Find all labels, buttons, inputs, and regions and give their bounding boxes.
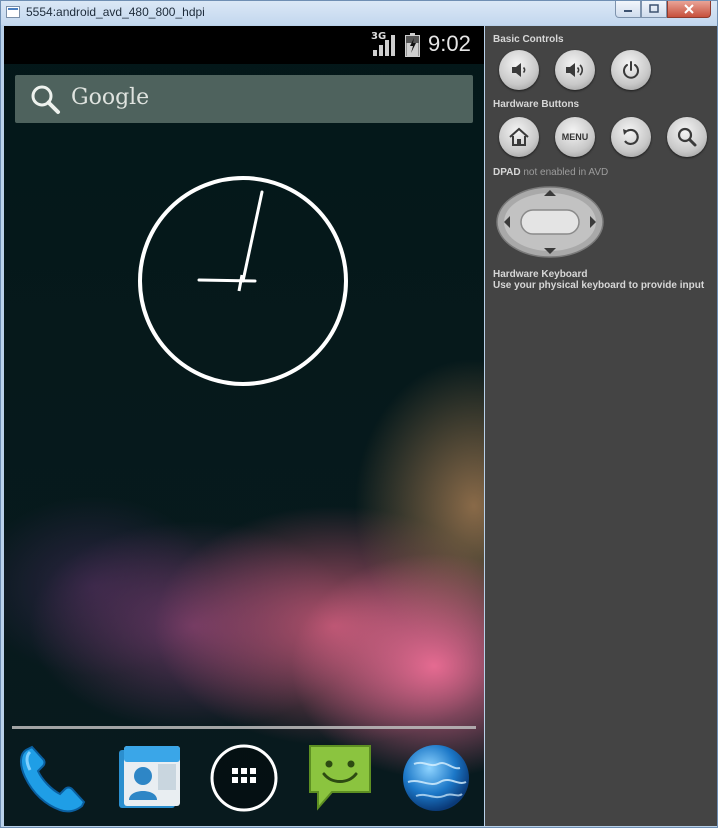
dock-divider xyxy=(12,726,476,729)
dpad-title: DPAD xyxy=(493,167,521,178)
messaging-app-icon[interactable] xyxy=(304,742,376,814)
search-label: Google xyxy=(71,85,150,110)
close-icon xyxy=(684,4,694,14)
google-search-bar[interactable]: Google xyxy=(15,75,473,123)
status-time: 9:02 xyxy=(428,31,471,56)
volume-up-icon xyxy=(566,63,584,77)
wallpaper xyxy=(4,26,484,826)
dpad-heading: DPAD not enabled in AVD xyxy=(493,167,608,178)
close-button[interactable] xyxy=(667,1,711,18)
emulator-window: 5554:android_avd_480_800_hdpi 3G 9:02 Go… xyxy=(0,0,718,828)
title-bar[interactable]: 5554:android_avd_480_800_hdpi xyxy=(1,1,717,25)
keyboard-title: Hardware Keyboard xyxy=(493,269,588,280)
basic-controls-title: Basic Controls xyxy=(493,34,564,45)
menu-button[interactable]: MENU xyxy=(555,117,595,157)
power-button[interactable] xyxy=(611,50,651,90)
home-button[interactable] xyxy=(499,117,539,157)
minimize-icon xyxy=(624,10,632,12)
dpad-note: not enabled in AVD xyxy=(523,167,609,178)
dpad-center-button[interactable] xyxy=(520,209,580,235)
contacts-app-icon[interactable] xyxy=(112,742,184,814)
search-icon xyxy=(31,85,60,114)
back-button[interactable] xyxy=(611,117,651,157)
browser-app-icon[interactable] xyxy=(400,742,472,814)
power-icon xyxy=(623,61,639,79)
clock-minute-hand xyxy=(241,190,264,283)
back-icon xyxy=(623,128,639,146)
home-icon xyxy=(509,127,529,146)
dpad-control[interactable] xyxy=(496,186,604,258)
window-title: 5554:android_avd_480_800_hdpi xyxy=(26,5,205,19)
maximize-button[interactable] xyxy=(641,1,667,18)
magnifier-icon xyxy=(677,127,697,147)
menu-button-label: MENU xyxy=(561,132,589,142)
clock-hour-hand xyxy=(197,278,257,283)
window-icon xyxy=(6,6,20,18)
all-apps-button[interactable] xyxy=(208,742,280,814)
battery-icon xyxy=(405,33,420,57)
hardware-buttons-title: Hardware Buttons xyxy=(493,99,580,110)
volume-up-button[interactable] xyxy=(555,50,595,90)
minimize-button[interactable] xyxy=(615,1,641,18)
maximize-icon xyxy=(649,4,659,13)
volume-down-icon xyxy=(512,63,526,77)
search-hardware-button[interactable] xyxy=(667,117,707,157)
volume-down-button[interactable] xyxy=(499,50,539,90)
emulator-controls-panel: Basic Controls Hardware Buttons MENU DPA… xyxy=(485,26,717,826)
signal-icon xyxy=(373,35,395,56)
window-controls xyxy=(615,1,711,19)
keyboard-note: Use your physical keyboard to provide in… xyxy=(493,280,705,291)
device-screen[interactable]: 3G 9:02 Google xyxy=(4,26,484,826)
phone-app-icon[interactable] xyxy=(16,742,88,814)
analog-clock-widget[interactable] xyxy=(137,175,349,387)
status-bar: 3G 9:02 xyxy=(4,26,484,64)
